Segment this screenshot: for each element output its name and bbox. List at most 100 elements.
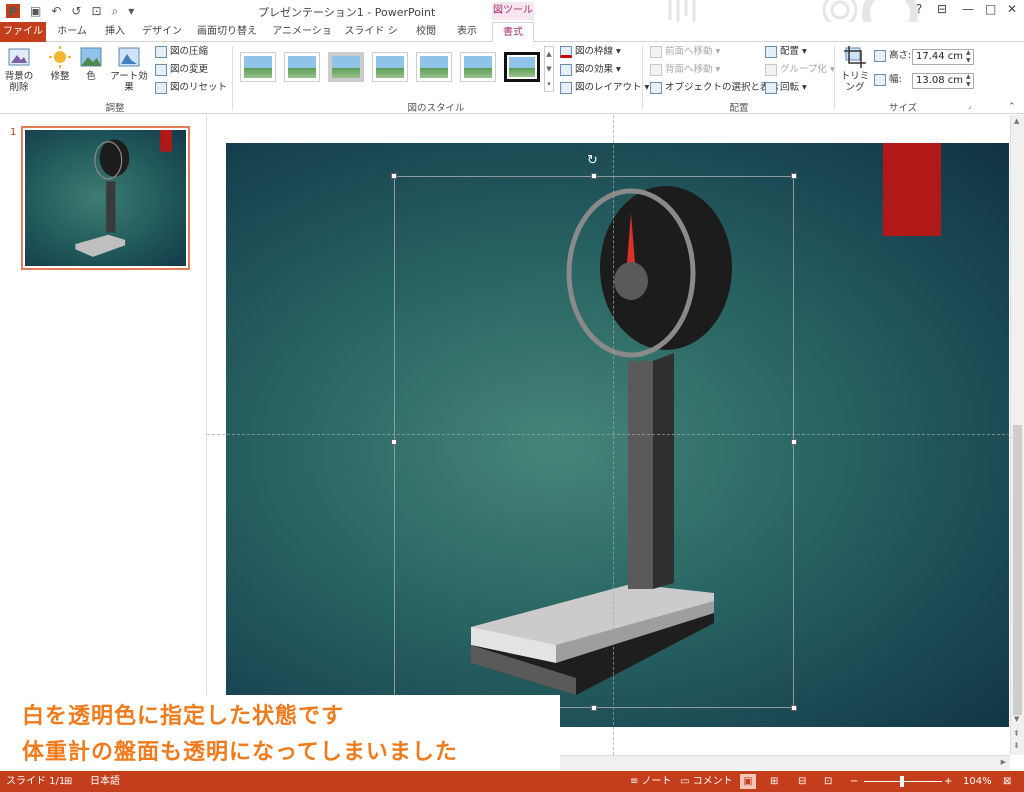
width-input[interactable]: 13.08 cm xyxy=(912,73,974,89)
comments-button[interactable]: ▭ コメント xyxy=(680,771,733,792)
send-backward-label: 背面へ移動 xyxy=(665,64,713,75)
picture-effects-icon xyxy=(560,64,572,76)
previous-slide-icon[interactable]: ⇞ xyxy=(1013,729,1020,738)
resize-handle[interactable] xyxy=(791,439,797,445)
vertical-scrollbar[interactable]: ▲ ▼ ⇞ ⇟ xyxy=(1010,115,1024,755)
resize-handle[interactable] xyxy=(791,173,797,179)
horizontal-scrollbar[interactable]: ▶ xyxy=(560,755,1010,770)
picture-style-7[interactable] xyxy=(504,52,540,82)
send-backward-button[interactable]: 背面へ移動 ▾ xyxy=(650,63,720,77)
language-indicator[interactable]: 日本語 xyxy=(90,771,120,792)
picture-style-4[interactable] xyxy=(372,52,408,82)
group-button[interactable]: グループ化 ▾ xyxy=(765,63,835,77)
normal-view-icon[interactable]: ▣ xyxy=(740,774,756,789)
styles-gallery-scroll[interactable]: ▲ ▼ ▾ xyxy=(544,46,554,92)
selection-pane-button[interactable]: オブジェクトの選択と表示 xyxy=(650,81,779,95)
start-slideshow-icon[interactable]: ⊡ xyxy=(91,3,101,19)
selection-pane-icon xyxy=(650,82,662,94)
slide-canvas[interactable]: ↻ xyxy=(226,143,1009,727)
vertical-scroll-thumb[interactable] xyxy=(1013,425,1022,715)
tab-review[interactable]: 校閲 xyxy=(410,22,442,42)
align-button[interactable]: 配置 ▾ xyxy=(765,45,807,59)
change-picture-button[interactable]: 図の変更 xyxy=(155,63,208,77)
color-button[interactable]: 色 xyxy=(78,45,104,82)
tab-insert[interactable]: 挿入 xyxy=(98,22,132,42)
minimize-button[interactable]: — xyxy=(962,2,974,16)
reset-picture-button[interactable]: 図のリセット xyxy=(155,81,227,95)
picture-style-3[interactable] xyxy=(328,52,364,82)
spellcheck-icon[interactable]: ⊞ xyxy=(64,771,72,792)
close-button[interactable]: ✕ xyxy=(1007,2,1017,16)
rotate-icon xyxy=(765,82,777,94)
picture-border-button[interactable]: 図の枠線 ▾ xyxy=(560,45,621,59)
resize-handle[interactable] xyxy=(591,173,597,179)
bring-forward-label: 前面へ移動 xyxy=(665,46,713,57)
ribbon-display-icon[interactable]: ⊟ xyxy=(937,2,947,16)
picture-style-2[interactable] xyxy=(284,52,320,82)
picture-style-6[interactable] xyxy=(460,52,496,82)
preview-icon[interactable]: ⌕ xyxy=(112,3,119,19)
tab-animations[interactable]: アニメーション xyxy=(268,22,336,57)
zoom-slider-thumb[interactable] xyxy=(900,776,904,787)
picture-border-label: 図の枠線 xyxy=(575,46,614,57)
zoom-in-icon[interactable]: + xyxy=(944,771,952,792)
picture-layout-icon xyxy=(560,82,572,94)
height-input[interactable]: 17.44 cm xyxy=(912,49,974,65)
undo-icon[interactable]: ↶ xyxy=(51,3,61,19)
zoom-out-icon[interactable]: − xyxy=(850,771,858,792)
help-button[interactable]: ? xyxy=(916,2,922,16)
tab-slideshow[interactable]: スライド ショー xyxy=(340,22,402,57)
picture-layout-button[interactable]: 図のレイアウト ▾ xyxy=(560,81,649,95)
maximize-button[interactable]: □ xyxy=(985,2,996,16)
size-dialog-launcher-icon[interactable]: ⌟ xyxy=(968,101,972,110)
reading-view-icon[interactable]: ⊟ xyxy=(798,771,806,792)
corrections-button[interactable]: 修整 xyxy=(44,45,76,82)
height-stepper[interactable]: ▲ ▼ xyxy=(966,49,971,65)
scroll-right-icon[interactable]: ▶ xyxy=(1001,758,1006,766)
resize-handle[interactable] xyxy=(391,439,397,445)
slideshow-view-icon[interactable]: ⊡ xyxy=(824,771,832,792)
resize-handle[interactable] xyxy=(391,173,397,179)
width-stepper[interactable]: ▲ ▼ xyxy=(966,73,971,89)
annotation-caption: 白を透明色に指定した状態です 体重計の盤面も透明になってしまいました xyxy=(14,695,560,777)
compress-pictures-button[interactable]: 図の圧縮 xyxy=(155,45,208,59)
picture-style-5[interactable] xyxy=(416,52,452,82)
tab-format[interactable]: 書式 xyxy=(492,22,534,43)
fit-slide-icon[interactable]: ⊠ xyxy=(1003,771,1011,792)
tab-home[interactable]: ホーム xyxy=(52,22,92,42)
rotate-button[interactable]: 回転 ▾ xyxy=(765,81,807,95)
redo-icon[interactable]: ↺ xyxy=(71,3,81,19)
picture-style-1[interactable] xyxy=(240,52,276,82)
red-rectangle-shape[interactable] xyxy=(883,143,941,236)
collapse-ribbon-icon[interactable]: ⌃ xyxy=(1008,102,1016,112)
resize-handle[interactable] xyxy=(791,705,797,711)
scroll-up-icon[interactable]: ▲ xyxy=(1014,117,1019,125)
tab-file[interactable]: ファイル xyxy=(0,22,46,42)
rotate-handle-icon[interactable]: ↻ xyxy=(587,153,598,168)
notes-button[interactable]: ≡ ノート xyxy=(630,771,672,792)
dropdown-icon: ▾ xyxy=(802,82,807,93)
save-icon[interactable]: ▣ xyxy=(30,3,41,19)
slide-sorter-icon[interactable]: ⊞ xyxy=(770,771,778,792)
picture-effects-button[interactable]: 図の効果 ▾ xyxy=(560,63,621,77)
zoom-level[interactable]: 104% xyxy=(963,771,992,792)
scroll-down-icon[interactable]: ▼ xyxy=(1014,715,1019,723)
resize-handle[interactable] xyxy=(591,705,597,711)
picture-selection-frame[interactable] xyxy=(394,176,794,708)
slide-number: 1 xyxy=(10,127,17,138)
tab-view[interactable]: 表示 xyxy=(450,22,484,42)
crop-button[interactable]: トリミング xyxy=(838,45,872,93)
tab-transitions[interactable]: 画面切り替え xyxy=(192,22,262,42)
next-slide-icon[interactable]: ⇟ xyxy=(1013,741,1020,750)
bring-forward-button[interactable]: 前面へ移動 ▾ xyxy=(650,45,720,59)
height-icon xyxy=(874,50,886,62)
customize-qat-icon[interactable]: ▾ xyxy=(128,3,134,19)
remove-background-button[interactable]: 背景の 削除 xyxy=(4,45,34,93)
tab-design[interactable]: デザイン xyxy=(138,22,186,42)
slide-thumbnail[interactable] xyxy=(21,126,190,270)
artistic-effects-button[interactable]: アート効果 xyxy=(108,45,150,93)
vertical-smart-guide xyxy=(613,115,614,755)
color-label: 色 xyxy=(86,71,96,82)
status-bar: スライド 1/1 ⊞ 日本語 ≡ ノート ▭ コメント ▣ ⊞ ⊟ ⊡ − + … xyxy=(0,771,1024,792)
slide-editing-area: ↻ xyxy=(207,115,1010,755)
